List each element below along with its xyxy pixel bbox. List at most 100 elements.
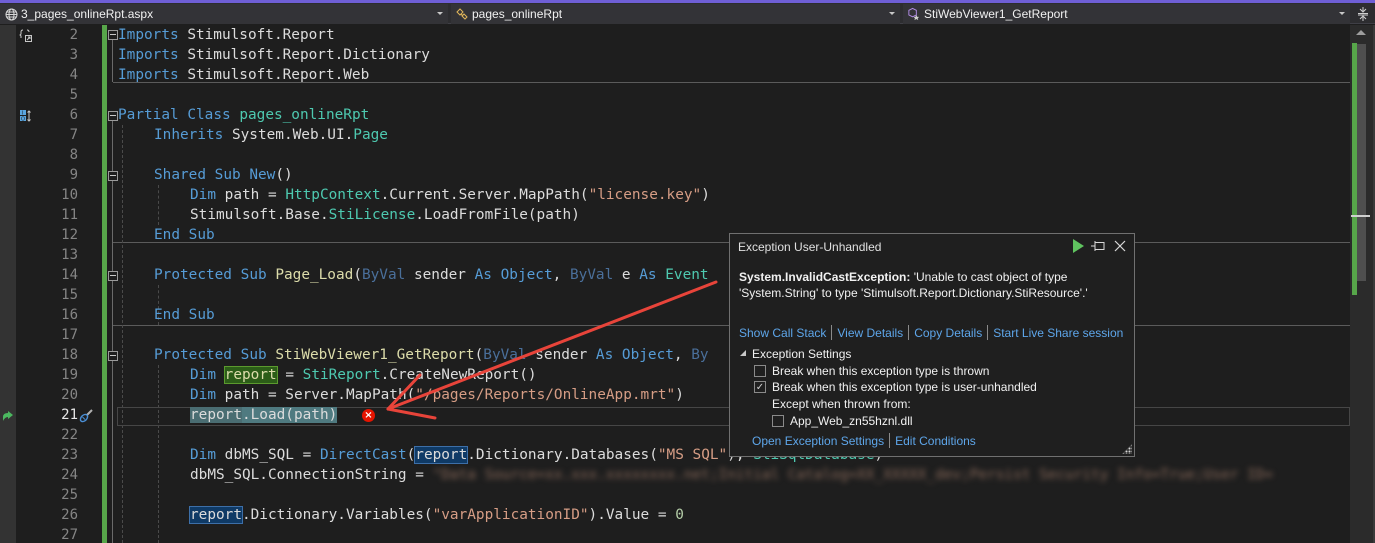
code-line-19[interactable]: Dim report = StiReport.CreateNewReport() <box>190 365 537 385</box>
line-number: 20 <box>61 387 78 403</box>
collapse-toggle-page-load[interactable] <box>108 271 118 281</box>
except-when-thrown-from-label: Except when thrown from: <box>772 397 911 411</box>
keyword: End <box>154 307 180 323</box>
exception-type: System.InvalidCastException: <box>739 270 911 284</box>
class-dropdown[interactable]: pages_onlineRpt <box>451 4 900 24</box>
code-lens-icon[interactable] <box>18 28 34 44</box>
code-editor[interactable]: IO 2 3 4 5 6 7 8 9 10 11 12 13 14 15 16 17 18 19 20 21 22 23 2… <box>0 25 1350 543</box>
line-number: 13 <box>61 247 78 263</box>
chevron-down-icon <box>889 12 895 15</box>
quick-action-screwdriver-icon[interactable] <box>78 408 94 424</box>
edit-conditions-link[interactable]: Edit Conditions <box>895 434 976 448</box>
link-separator <box>831 325 833 340</box>
view-details-link[interactable]: View Details <box>837 326 903 340</box>
keyword: As <box>595 347 614 363</box>
code-line-21[interactable]: report.Load(path) <box>190 405 338 425</box>
close-icon[interactable] <box>1112 238 1128 254</box>
start-live-share-link[interactable]: Start Live Share session <box>993 326 1123 340</box>
exception-settings-toggle[interactable]: Exception Settings <box>740 347 851 361</box>
show-call-stack-link[interactable]: Show Call Stack <box>739 326 826 340</box>
break-when-user-unhandled-checkbox[interactable]: ✓ <box>754 381 766 393</box>
member-access: ).Value = <box>588 507 676 523</box>
keyword: Dim <box>190 367 216 383</box>
member-dropdown-value: StiWebViewer1_GetReport <box>924 7 1068 21</box>
except-module-checkbox[interactable] <box>772 415 784 427</box>
parameter: sender <box>405 267 475 283</box>
punctuation: () <box>275 167 293 183</box>
copy-details-link[interactable]: Copy Details <box>914 326 982 340</box>
class-dropdown-value: pages_onlineRpt <box>472 7 563 21</box>
instruction-pointer-icon <box>0 408 16 424</box>
line-number: 22 <box>61 427 78 443</box>
collapse-toggle-get-report[interactable] <box>108 351 118 361</box>
file-dropdown[interactable]: 3_pages_onlineRpt.aspx <box>0 4 448 24</box>
code-line-9[interactable]: Shared Sub New() <box>154 165 293 185</box>
code-line-6[interactable]: Partial Class pages_onlineRpt <box>118 105 369 125</box>
line-number: 17 <box>61 327 78 343</box>
except-module-option[interactable]: App_Web_zn55hznl.dll <box>772 414 913 428</box>
collapse-toggle-sub-new[interactable] <box>108 171 118 181</box>
identifier: path = <box>216 187 286 203</box>
expand-triangle-icon <box>740 350 746 356</box>
exception-settings-links: Open Exception Settings Edit Conditions <box>752 433 976 448</box>
implementation-icon[interactable]: IO <box>18 108 34 124</box>
break-when-thrown-label: Break when this exception type is thrown <box>772 364 990 378</box>
line-number: 27 <box>61 527 78 543</box>
globe-icon <box>4 7 18 21</box>
code-line-16[interactable]: End Sub <box>154 305 215 325</box>
code-line-7[interactable]: Inherits System.Web.UI.Page <box>154 125 388 145</box>
break-when-thrown-option[interactable]: Break when this exception type is thrown <box>754 364 989 378</box>
error-icon[interactable]: × <box>362 409 375 422</box>
code-line-14[interactable]: Protected Sub Page_Load(ByVal sender As … <box>154 265 709 285</box>
keyword: As <box>639 267 657 283</box>
member-access: .Current.Server.MapPath( <box>380 187 589 203</box>
code-line-3[interactable]: Imports Stimulsoft.Report.Dictionary <box>118 45 430 65</box>
type-name: HttpContext <box>285 187 381 203</box>
code-line-2[interactable]: Imports Stimulsoft.Report <box>118 25 335 45</box>
vertical-scrollbar[interactable] <box>1350 25 1375 543</box>
code-line-10[interactable]: Dim path = HttpContext.Current.Server.Ma… <box>190 185 710 205</box>
split-window-icon[interactable] <box>1354 5 1372 23</box>
keyword: By <box>691 347 709 363</box>
code-line-24[interactable]: dbMS_SQL.ConnectionString = "Data Source… <box>190 465 1273 485</box>
code-line-18[interactable]: Protected Sub StiWebViewer1_GetReport(By… <box>154 345 709 365</box>
code-line-12[interactable]: End Sub <box>154 225 215 245</box>
scrollbar-caret-marker <box>1351 215 1370 217</box>
collapse-toggle-class[interactable] <box>108 111 118 121</box>
code-line-11[interactable]: Stimulsoft.Base.StiLicense.LoadFromFile(… <box>190 205 580 225</box>
code-line-4[interactable]: Imports Stimulsoft.Report.Web <box>118 65 369 85</box>
line-number: 4 <box>69 67 78 83</box>
keyword: New <box>249 167 276 183</box>
continue-icon[interactable] <box>1073 239 1084 253</box>
line-number: 6 <box>69 107 78 123</box>
open-exception-settings-link[interactable]: Open Exception Settings <box>752 434 884 448</box>
class-icon <box>455 7 469 21</box>
change-tracking-bar <box>102 25 107 543</box>
keyword: Imports <box>118 27 179 43</box>
keyword: Inherits <box>154 127 224 143</box>
break-when-thrown-checkbox[interactable] <box>754 365 766 377</box>
resize-grip-icon[interactable] <box>1122 444 1132 454</box>
keyword: Dim <box>190 387 216 403</box>
pin-icon[interactable] <box>1090 238 1106 254</box>
glyph-margin[interactable] <box>0 25 16 543</box>
break-when-user-unhandled-option[interactable]: ✓ Break when this exception type is user… <box>754 380 1037 394</box>
keyword: Imports <box>118 67 179 83</box>
type-name: StiReport <box>302 367 381 383</box>
code-line-26[interactable]: report.Dictionary.Variables("varApplicat… <box>189 505 684 525</box>
punctuation: ( <box>474 347 484 363</box>
scrollbar-thumb[interactable] <box>1357 44 1366 281</box>
member-dropdown[interactable]: StiWebViewer1_GetReport <box>903 4 1350 24</box>
collapse-toggle-imports[interactable] <box>108 30 118 40</box>
line-number: 12 <box>61 227 78 243</box>
code-line-20[interactable]: Dim path = Server.MapPath("/pages/Report… <box>190 385 684 405</box>
namespace: Stimulsoft.Report <box>178 27 335 43</box>
line-number: 18 <box>61 347 78 363</box>
line-number: 19 <box>61 367 78 383</box>
keyword: Imports <box>118 47 179 63</box>
scroll-up-icon[interactable] <box>1356 30 1366 35</box>
